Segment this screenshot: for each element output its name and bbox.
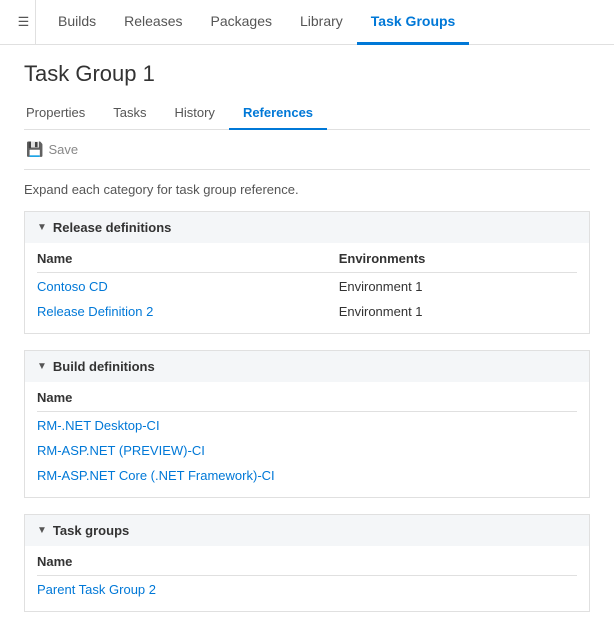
info-text: Expand each category for task group refe… bbox=[24, 182, 590, 197]
release-env-cell: Environment 1 bbox=[319, 273, 577, 299]
page-title: Task Group 1 bbox=[24, 61, 590, 87]
nav-item-task-groups[interactable]: Task Groups bbox=[357, 0, 470, 45]
release-definition-2-link[interactable]: Release Definition 2 bbox=[37, 304, 153, 319]
build-definitions-table: Name RM-.NET Desktop-CI RM-ASP.NET (PREV… bbox=[37, 382, 577, 487]
task-groups-section: ▼ Task groups Name Parent Task Group 2 bbox=[24, 514, 590, 612]
task-groups-header[interactable]: ▼ Task groups bbox=[25, 515, 589, 546]
tab-history[interactable]: History bbox=[160, 99, 228, 130]
parent-task-group-2-link[interactable]: Parent Task Group 2 bbox=[37, 582, 156, 597]
contoso-cd-link[interactable]: Contoso CD bbox=[37, 279, 108, 294]
chevron-down-icon: ▼ bbox=[37, 361, 47, 372]
rm-aspnet-preview-ci-link[interactable]: RM-ASP.NET (PREVIEW)-CI bbox=[37, 443, 205, 458]
tab-properties[interactable]: Properties bbox=[24, 99, 99, 130]
build-definitions-label: Build definitions bbox=[53, 359, 155, 374]
table-row: Release Definition 2 Environment 1 bbox=[37, 298, 577, 323]
build-definitions-body: Name RM-.NET Desktop-CI RM-ASP.NET (PREV… bbox=[25, 382, 589, 497]
task-group-name-cell: Parent Task Group 2 bbox=[37, 576, 577, 602]
release-definitions-label: Release definitions bbox=[53, 220, 171, 235]
rm-aspnet-core-ci-link[interactable]: RM-ASP.NET Core (.NET Framework)-CI bbox=[37, 468, 275, 483]
chevron-down-icon: ▼ bbox=[37, 525, 47, 536]
chevron-down-icon: ▼ bbox=[37, 222, 47, 233]
release-env-cell: Environment 1 bbox=[319, 298, 577, 323]
table-row: RM-ASP.NET (PREVIEW)-CI bbox=[37, 437, 577, 462]
save-icon: 💾 bbox=[26, 141, 43, 158]
release-name-cell: Release Definition 2 bbox=[37, 298, 319, 323]
top-navigation: ☰ Builds Releases Packages Library Task … bbox=[0, 0, 614, 45]
table-row: Contoso CD Environment 1 bbox=[37, 273, 577, 299]
tab-references[interactable]: References bbox=[229, 99, 327, 130]
release-name-header: Name bbox=[37, 243, 319, 273]
rm-net-desktop-ci-link[interactable]: RM-.NET Desktop-CI bbox=[37, 418, 160, 433]
sidebar-toggle-button[interactable]: ☰ bbox=[12, 0, 36, 45]
task-groups-body: Name Parent Task Group 2 bbox=[25, 546, 589, 611]
build-name-cell: RM-ASP.NET (PREVIEW)-CI bbox=[37, 437, 577, 462]
environments-header: Environments bbox=[319, 243, 577, 273]
nav-item-library[interactable]: Library bbox=[286, 0, 357, 45]
task-groups-label: Task groups bbox=[53, 523, 129, 538]
toolbar: 💾 Save bbox=[24, 130, 590, 170]
tab-tasks[interactable]: Tasks bbox=[99, 99, 160, 130]
sub-tabs: Properties Tasks History References bbox=[24, 99, 590, 130]
build-definitions-header[interactable]: ▼ Build definitions bbox=[25, 351, 589, 382]
build-name-header: Name bbox=[37, 382, 577, 412]
nav-item-releases[interactable]: Releases bbox=[110, 0, 196, 45]
save-button[interactable]: 💾 Save bbox=[24, 138, 84, 161]
release-name-cell: Contoso CD bbox=[37, 273, 319, 299]
task-group-name-header: Name bbox=[37, 546, 577, 576]
release-definitions-body: Name Environments Contoso CD Environment… bbox=[25, 243, 589, 333]
table-row: RM-.NET Desktop-CI bbox=[37, 412, 577, 438]
build-definitions-section: ▼ Build definitions Name RM-.NET Desktop… bbox=[24, 350, 590, 498]
table-row: Parent Task Group 2 bbox=[37, 576, 577, 602]
release-definitions-header[interactable]: ▼ Release definitions bbox=[25, 212, 589, 243]
build-name-cell: RM-ASP.NET Core (.NET Framework)-CI bbox=[37, 462, 577, 487]
nav-item-builds[interactable]: Builds bbox=[44, 0, 110, 45]
main-content: Task Group 1 Properties Tasks History Re… bbox=[0, 45, 614, 644]
build-name-cell: RM-.NET Desktop-CI bbox=[37, 412, 577, 438]
table-row: RM-ASP.NET Core (.NET Framework)-CI bbox=[37, 462, 577, 487]
nav-item-packages[interactable]: Packages bbox=[197, 0, 286, 45]
release-definitions-table: Name Environments Contoso CD Environment… bbox=[37, 243, 577, 323]
save-label: Save bbox=[48, 142, 78, 157]
task-groups-table: Name Parent Task Group 2 bbox=[37, 546, 577, 601]
release-definitions-section: ▼ Release definitions Name Environments … bbox=[24, 211, 590, 334]
